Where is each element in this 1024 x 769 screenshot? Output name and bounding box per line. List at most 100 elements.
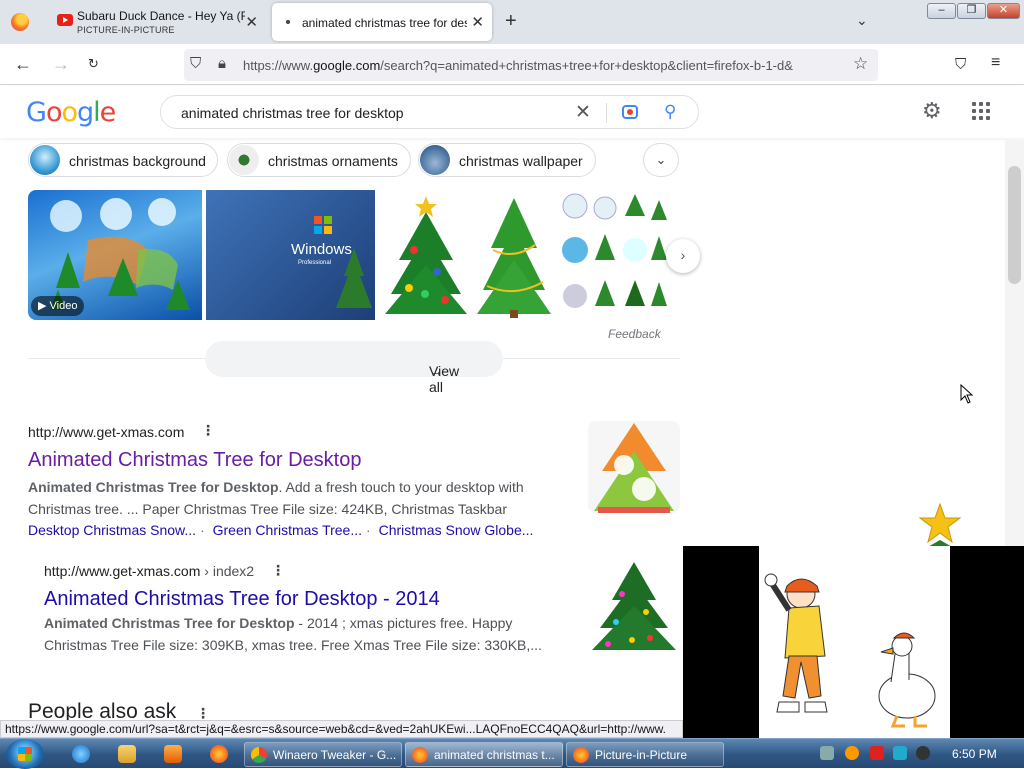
paper-tree-image (594, 423, 674, 513)
image-result-snow-globes[interactable] (559, 190, 667, 320)
chip-christmas-background[interactable]: christmas background (28, 143, 218, 177)
scrollbar-thumb[interactable] (1008, 166, 1021, 284)
video-badge: ▶ Video (31, 296, 85, 316)
taskbar-item-label: Picture-in-Picture (595, 748, 688, 762)
windows-edition-text: Professional (298, 260, 331, 266)
feedback-link[interactable]: Feedback (608, 327, 661, 341)
sitelink[interactable]: Christmas Snow Globe... (379, 522, 534, 538)
result-cite[interactable]: http://www.get-xmas.com › index2 (44, 563, 254, 579)
loading-icon (286, 20, 290, 24)
image-result-tree-1[interactable] (379, 190, 469, 320)
close-tab-icon[interactable]: ✕ (245, 13, 258, 31)
media-player-icon[interactable] (164, 745, 182, 763)
chip-label: christmas background (69, 153, 206, 169)
pip-video[interactable] (759, 546, 950, 738)
firefox-icon[interactable] (210, 745, 228, 763)
result-thumbnail[interactable] (588, 560, 680, 652)
minimize-button[interactable]: – (927, 3, 956, 19)
result-thumbnail[interactable] (588, 421, 680, 513)
taskbar-item-firefox[interactable]: animated christmas t... (405, 742, 563, 767)
result-cite[interactable]: http://www.get-xmas.com (28, 424, 184, 440)
snippet-bold: Animated Christmas Tree for Desktop (44, 615, 295, 631)
tray-volume-icon[interactable] (916, 746, 930, 760)
sitelinks: Desktop Christmas Snow... · Green Christm… (28, 522, 534, 538)
tray-network-icon[interactable] (893, 746, 907, 760)
google-header: Google animated christmas tree for deskt… (0, 86, 1024, 138)
snow-globes-image (562, 193, 667, 308)
cite-path: › index2 (200, 563, 255, 579)
tab-title: animated christmas tree for des (302, 16, 467, 30)
settings-gear-icon[interactable]: ⚙ (922, 98, 942, 124)
result-snippet: Animated Christmas Tree for Desktop - 20… (44, 612, 554, 656)
reload-icon[interactable]: ↻ (88, 56, 99, 72)
chip-label: christmas ornaments (268, 153, 398, 169)
tab-subtitle: PICTURE-IN-PICTURE (77, 25, 175, 35)
chrome-icon (251, 747, 267, 763)
tray-search-icon[interactable] (845, 746, 859, 760)
sitelink[interactable]: Desktop Christmas Snow... (28, 522, 196, 538)
image-result-tree-2[interactable] (473, 190, 555, 320)
url-domain: google.com (313, 58, 381, 73)
tab-title: Subaru Duck Dance - Hey Ya (F (77, 9, 245, 23)
status-url: https://www.google.com/url?sa=t&rct=j&q=… (0, 720, 683, 738)
duck-dance-cartoon (764, 573, 936, 728)
close-window-button[interactable]: ✕ (987, 3, 1020, 19)
file-explorer-icon[interactable] (118, 745, 136, 763)
url-bar[interactable]: ⛉ 🔒︎ https://www.google.com/search?q=ani… (184, 49, 878, 81)
search-box[interactable]: animated christmas tree for desktop ✕ ⚲ (160, 95, 699, 129)
more-options-icon[interactable]: ⋮ (201, 422, 215, 439)
tray-flag-icon[interactable] (870, 746, 884, 760)
chip-christmas-wallpaper[interactable]: christmas wallpaper (418, 143, 596, 177)
firefox-icon (412, 747, 428, 763)
youtube-icon (57, 14, 73, 26)
forward-icon[interactable]: → (52, 54, 70, 75)
more-chips-button[interactable]: ⌄ (643, 143, 679, 177)
list-all-tabs-icon[interactable]: ⌄ (856, 12, 868, 29)
cite-domain: http://www.get-xmas.com (44, 563, 201, 579)
chip-thumbnail (229, 145, 259, 175)
hamburger-menu-icon[interactable]: ≡ (991, 54, 1000, 72)
taskbar-item-label: Winaero Tweaker - G... (273, 748, 397, 762)
divider (606, 103, 607, 123)
close-tab-icon[interactable]: ✕ (471, 13, 484, 31)
search-input[interactable]: animated christmas tree for desktop (181, 105, 404, 121)
new-tab-icon[interactable]: + (505, 10, 517, 33)
maximize-button[interactable]: ❐ (957, 3, 986, 19)
result-title[interactable]: Animated Christmas Tree for Desktop (28, 449, 361, 472)
pocket-icon[interactable]: ⛉ (955, 56, 966, 73)
bookmark-star-icon[interactable]: ☆ (853, 54, 868, 74)
taskbar-item-label: animated christmas t... (434, 748, 555, 762)
next-images-button[interactable]: › (666, 239, 700, 273)
back-icon[interactable]: ← (14, 54, 32, 75)
more-options-icon[interactable]: ⋮ (271, 562, 285, 579)
clear-search-icon[interactable]: ✕ (575, 101, 591, 124)
christmas-tree-image (592, 562, 676, 650)
tab-youtube[interactable]: Subaru Duck Dance - Hey Ya (F PICTURE-IN… (48, 3, 266, 41)
tab-google-search[interactable]: animated christmas tree for des ✕ (272, 3, 492, 41)
view-all-button[interactable]: View all → (205, 341, 503, 395)
taskbar-item-winaero[interactable]: Winaero Tweaker - G... (244, 742, 402, 767)
arrow-right-icon: → (429, 363, 443, 379)
url-text[interactable]: https://www.google.com/search?q=animated… (243, 58, 848, 73)
christmas-tree-image (385, 196, 467, 314)
windows-xp-image: Windows Professional (291, 216, 372, 308)
browser-window: Subaru Duck Dance - Hey Ya (F PICTURE-IN… (0, 0, 1024, 738)
chip-christmas-ornaments[interactable]: christmas ornaments (227, 143, 411, 177)
video-label: Video (49, 300, 78, 312)
internet-explorer-icon[interactable] (72, 745, 90, 763)
taskbar-item-pip[interactable]: Picture-in-Picture (566, 742, 724, 767)
image-result-windows-xp[interactable]: Windows Professional (206, 190, 375, 320)
start-button[interactable] (6, 739, 44, 769)
lock-icon[interactable]: 🔒︎ (218, 55, 226, 72)
clock[interactable]: 6:50 PM (952, 747, 997, 761)
picture-in-picture-window[interactable] (683, 546, 1024, 738)
google-lens-icon[interactable] (622, 105, 638, 119)
sitelink[interactable]: Green Christmas Tree... (213, 522, 362, 538)
firefox-menu-icon[interactable] (11, 13, 29, 31)
result-title[interactable]: Animated Christmas Tree for Desktop - 20… (44, 588, 440, 611)
google-apps-icon[interactable] (972, 102, 990, 120)
shield-icon[interactable]: ⛉ (190, 55, 201, 72)
tray-icon[interactable] (820, 746, 834, 760)
google-logo[interactable]: Google (26, 97, 116, 128)
search-icon[interactable]: ⚲ (664, 102, 676, 122)
